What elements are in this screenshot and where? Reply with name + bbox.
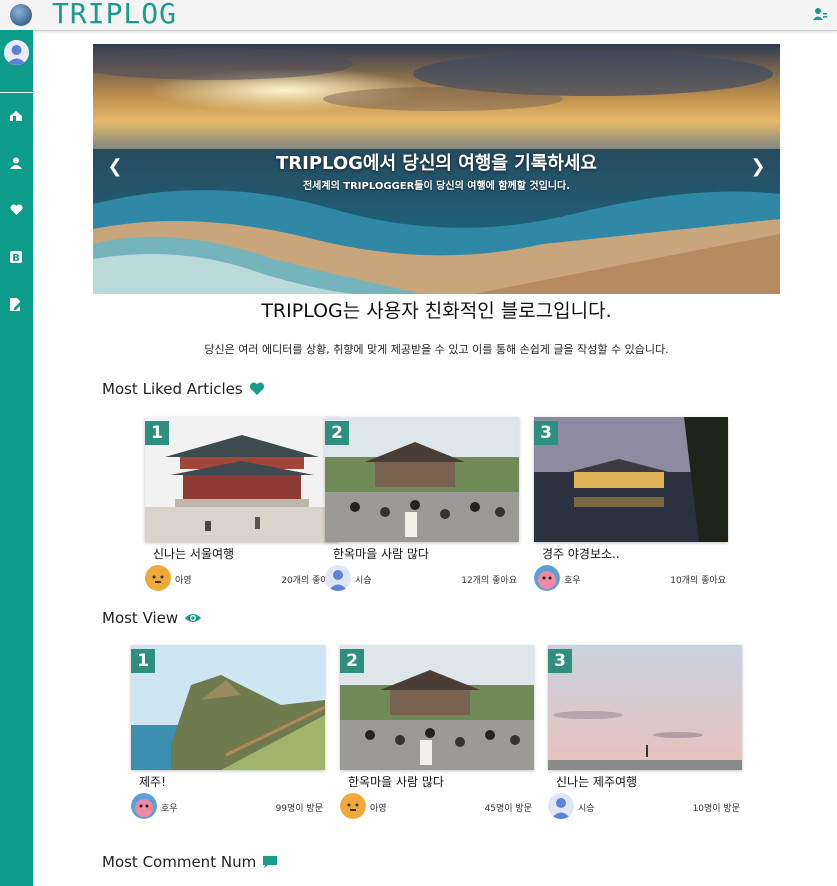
brand-name[interactable]: TRIPLOG — [52, 0, 177, 30]
article-card[interactable]: 1 신나는 서울여행 아영 20개의 좋아요 — [145, 417, 339, 593]
sidebar-item-likes[interactable] — [6, 200, 26, 220]
view-count: 10명이 방문 — [692, 804, 740, 814]
section-title-commented: Most Comment Num — [102, 853, 278, 871]
sidebar-item-write[interactable] — [6, 294, 26, 314]
sidebar-divider — [0, 92, 33, 93]
rank-badge: 3 — [548, 649, 572, 673]
section-title-commented-label: Most Comment Num — [102, 853, 257, 871]
heart-icon — [249, 382, 264, 395]
intro-description: 당신은 여러 에디터를 상황, 취향에 맞게 제공받을 수 있고 이를 통해 손… — [204, 343, 669, 356]
sidebar-item-home[interactable] — [6, 106, 26, 126]
article-card[interactable]: 3 경주 야경보소.. 호우 10개의 좋아요 — [534, 417, 728, 593]
article-card[interactable]: 2 한옥마을 사람 많다 시승 12개의 좋아요 — [325, 417, 519, 593]
article-title[interactable]: 제주! — [139, 773, 325, 790]
home-icon — [10, 111, 22, 121]
article-thumbnail[interactable]: 1 — [145, 417, 339, 542]
like-count: 12개의 좋아요 — [461, 576, 517, 586]
avatar[interactable] — [534, 565, 560, 591]
rank-badge: 2 — [340, 649, 364, 673]
blog-icon: B — [10, 251, 22, 263]
avatar[interactable] — [548, 793, 574, 819]
section-title-liked: Most Liked Articles — [102, 380, 265, 398]
article-title[interactable]: 신나는 제주여행 — [556, 773, 742, 790]
article-title[interactable]: 한옥마을 사람 많다 — [348, 773, 534, 790]
avatar[interactable] — [4, 40, 29, 65]
user-icon — [10, 157, 22, 169]
eye-icon — [185, 614, 202, 622]
hero-subtitle: 전세계의 TRIPLOGGER들이 당신의 여행에 함께할 것입니다. — [302, 181, 571, 192]
rank-badge: 1 — [131, 649, 155, 673]
article-card[interactable]: 3 신나는 제주여행 시승 10명이 방문 — [548, 645, 742, 821]
edit-icon — [10, 297, 22, 311]
author-name: 시승 — [355, 576, 372, 586]
view-count: 99명이 방문 — [275, 804, 323, 814]
intro-title: TRIPLOG는 사용자 친화적인 블로그입니다. — [261, 300, 612, 322]
svg-text:B: B — [12, 253, 20, 263]
article-card[interactable]: 1 제주! 호우 99명이 방문 — [131, 645, 325, 821]
section-title-liked-label: Most Liked Articles — [102, 380, 243, 398]
article-title[interactable]: 경주 야경보소.. — [542, 545, 728, 562]
sidebar: B — [0, 30, 33, 886]
rank-badge: 3 — [534, 421, 558, 445]
author-name: 호우 — [161, 804, 178, 814]
article-title[interactable]: 한옥마을 사람 많다 — [333, 545, 519, 562]
section-title-viewed: Most View — [102, 609, 202, 627]
section-title-viewed-label: Most View — [102, 609, 179, 627]
article-card[interactable]: 2 한옥마을 사람 많다 아영 45명이 방문 — [340, 645, 534, 821]
globe-logo-icon[interactable] — [10, 4, 32, 26]
author-name: 아영 — [370, 804, 387, 814]
article-thumbnail[interactable]: 3 — [534, 417, 728, 542]
hero-title: TRIPLOG에서 당신의 여행을 기록하세요 — [275, 153, 597, 174]
view-count: 45명이 방문 — [484, 804, 532, 814]
author-name: 시승 — [578, 804, 595, 814]
article-thumbnail[interactable]: 3 — [548, 645, 742, 770]
rank-badge: 1 — [145, 421, 169, 445]
article-thumbnail[interactable]: 1 — [131, 645, 325, 770]
heart-icon — [9, 204, 23, 215]
user-settings-icon[interactable] — [813, 7, 827, 21]
hero-carousel: ❮ ❯ TRIPLOG에서 당신의 여행을 기록하세요 전세계의 TRIPLOG… — [93, 44, 780, 294]
top-bar: TRIPLOG — [0, 0, 837, 31]
like-count: 10개의 좋아요 — [670, 576, 726, 586]
author-name: 호우 — [564, 576, 581, 586]
sidebar-item-profile[interactable] — [6, 153, 26, 173]
avatar[interactable] — [325, 565, 351, 591]
article-title[interactable]: 신나는 서울여행 — [153, 545, 339, 562]
avatar[interactable] — [145, 565, 171, 591]
rank-badge: 2 — [325, 421, 349, 445]
article-thumbnail[interactable]: 2 — [325, 417, 519, 542]
sidebar-item-blog[interactable]: B — [6, 247, 26, 267]
comment-icon — [263, 856, 278, 868]
article-thumbnail[interactable]: 2 — [340, 645, 534, 770]
avatar[interactable] — [340, 793, 366, 819]
author-name: 아영 — [175, 576, 192, 586]
avatar[interactable] — [131, 793, 157, 819]
